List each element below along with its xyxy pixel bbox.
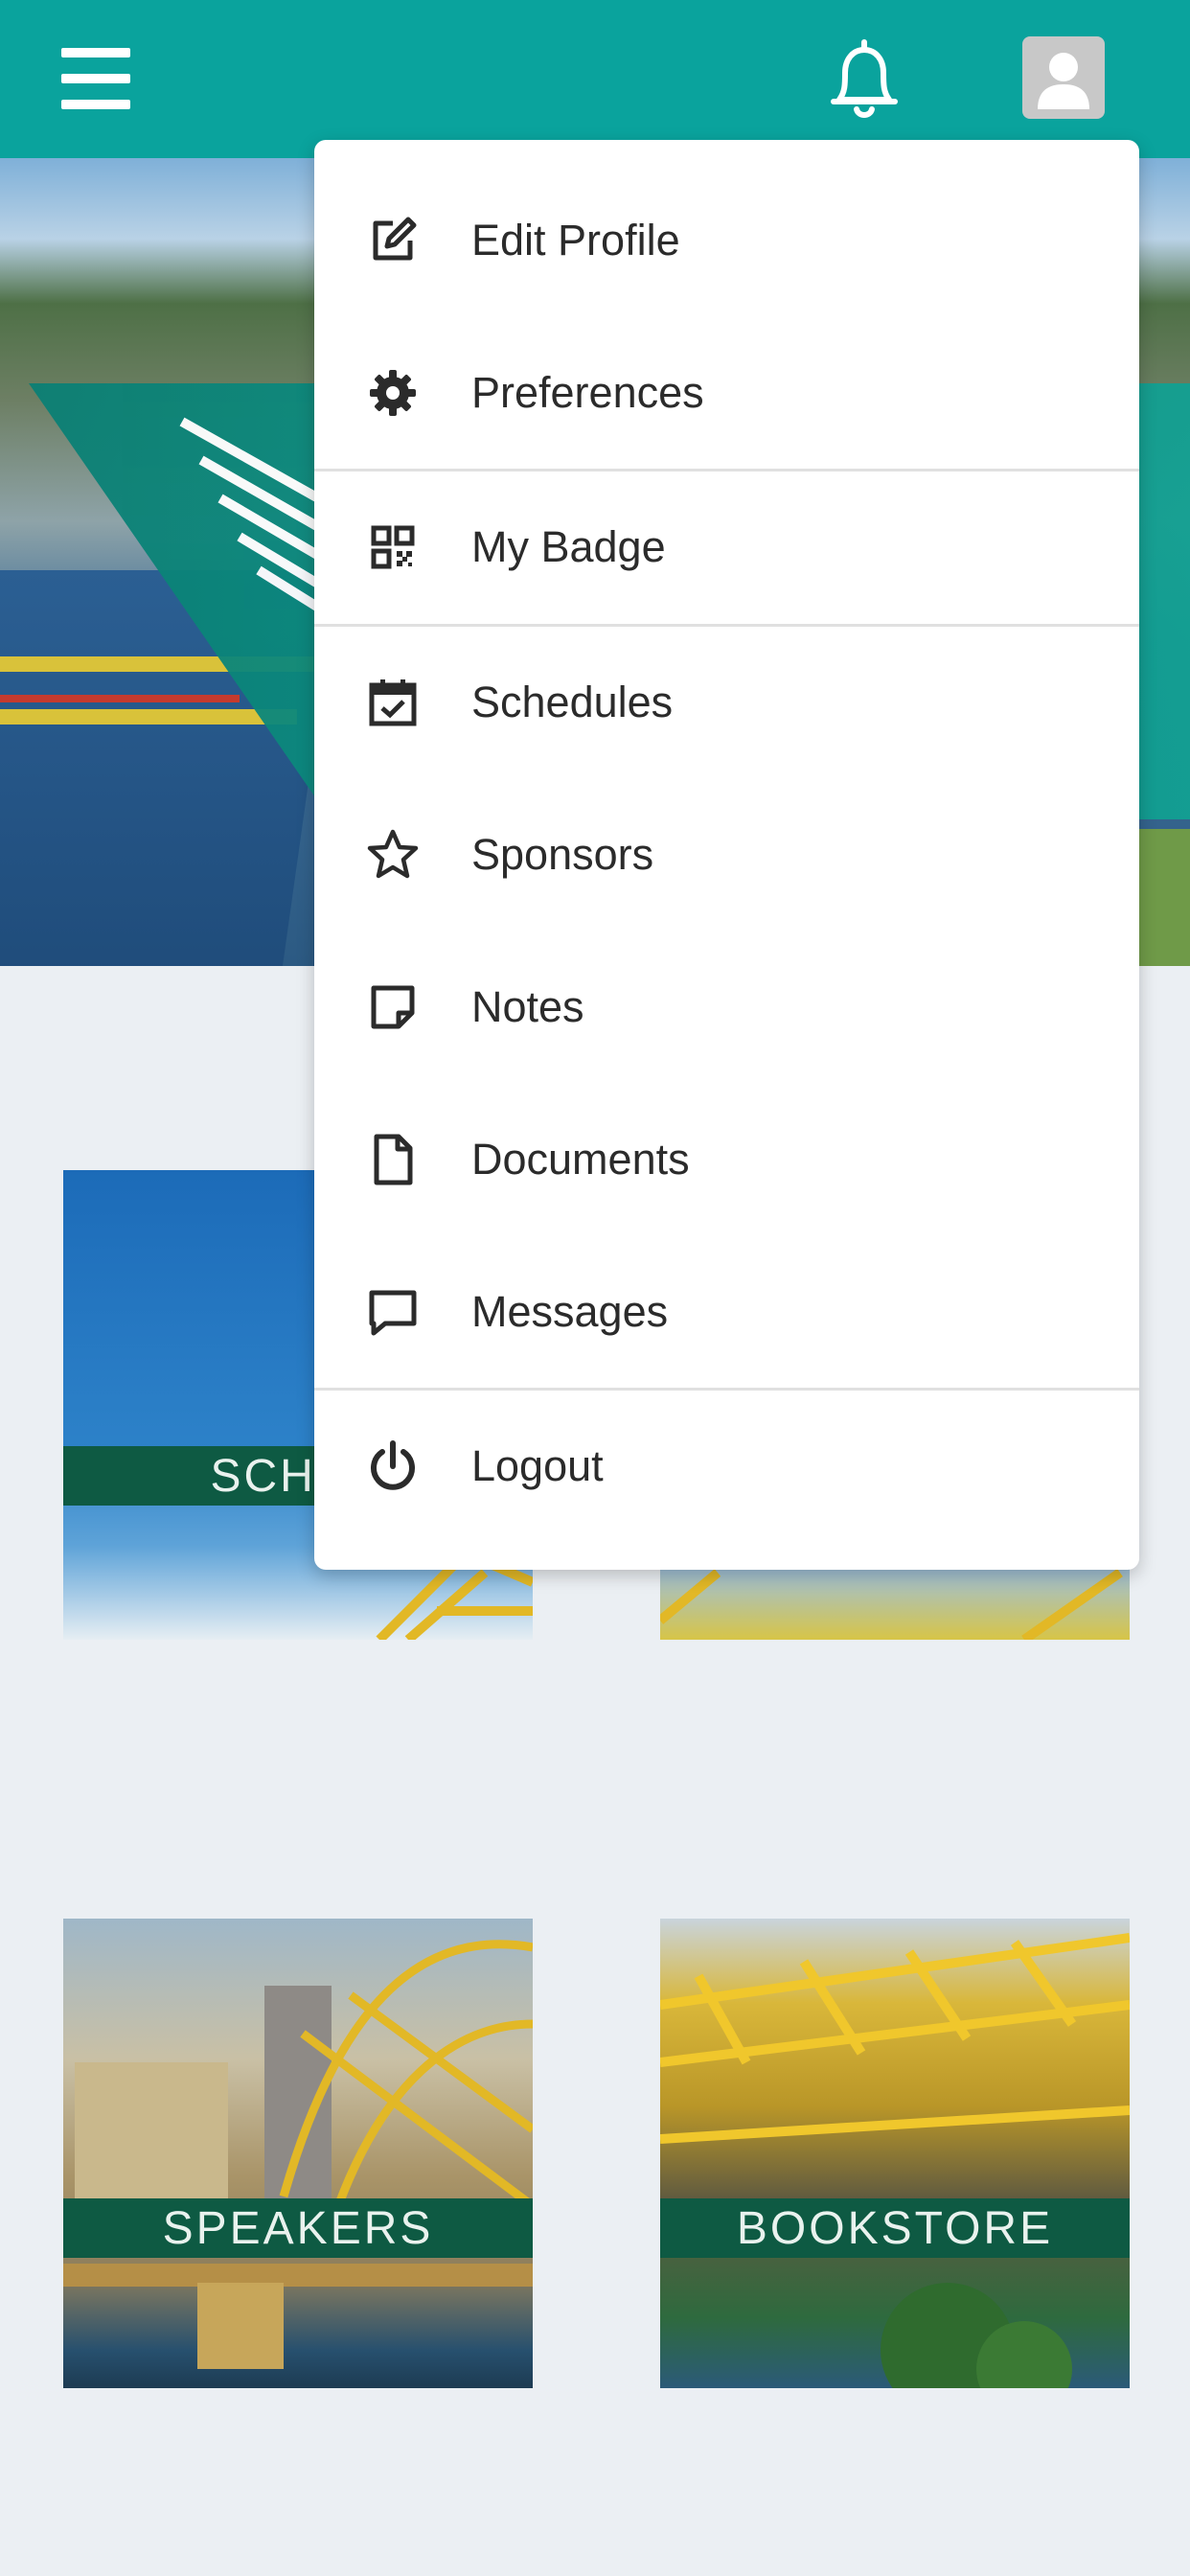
menu-item-label: Documents (471, 1135, 690, 1184)
calendar-check-icon (362, 672, 423, 733)
star-icon (362, 824, 423, 886)
qr-code-icon (362, 517, 423, 578)
gear-icon (362, 362, 423, 424)
menu-item-label: Sponsors (471, 830, 654, 879)
bell-icon[interactable] (826, 36, 903, 121)
menu-item-label: Logout (471, 1441, 604, 1490)
menu-item-notes[interactable]: Notes (314, 932, 1139, 1083)
menu-item-label: Edit Profile (471, 216, 680, 264)
tile-label: BOOKSTORE (660, 2198, 1130, 2258)
tile-label: SPEAKERS (63, 2198, 533, 2258)
menu-item-label: Notes (471, 982, 584, 1031)
menu-item-schedules[interactable]: Schedules (314, 627, 1139, 778)
message-icon (362, 1281, 423, 1343)
menu-item-messages[interactable]: Messages (314, 1236, 1139, 1388)
document-icon (362, 1129, 423, 1190)
edit-icon (362, 210, 423, 271)
power-icon (362, 1436, 423, 1497)
menu-item-label: Preferences (471, 368, 704, 417)
menu-item-label: Schedules (471, 678, 674, 726)
menu-item-logout[interactable]: Logout (314, 1391, 1139, 1542)
menu-item-my-badge[interactable]: My Badge (314, 472, 1139, 623)
top-app-bar (0, 0, 1190, 158)
menu-item-preferences[interactable]: Preferences (314, 317, 1139, 469)
menu-item-edit-profile[interactable]: Edit Profile (314, 165, 1139, 316)
menu-item-documents[interactable]: Documents (314, 1084, 1139, 1235)
menu-item-sponsors[interactable]: Sponsors (314, 779, 1139, 931)
speakers-tile[interactable]: SPEAKERS (63, 1919, 533, 2388)
sticky-note-icon (362, 977, 423, 1038)
menu-item-label: Messages (471, 1287, 669, 1336)
profile-dropdown-menu: Edit Profile Preferences My Badge Schedu… (314, 140, 1139, 1570)
hamburger-icon[interactable] (61, 48, 130, 109)
bookstore-tile[interactable]: BOOKSTORE (660, 1919, 1130, 2388)
menu-item-label: My Badge (471, 522, 666, 571)
user-avatar-icon[interactable] (1022, 36, 1105, 119)
